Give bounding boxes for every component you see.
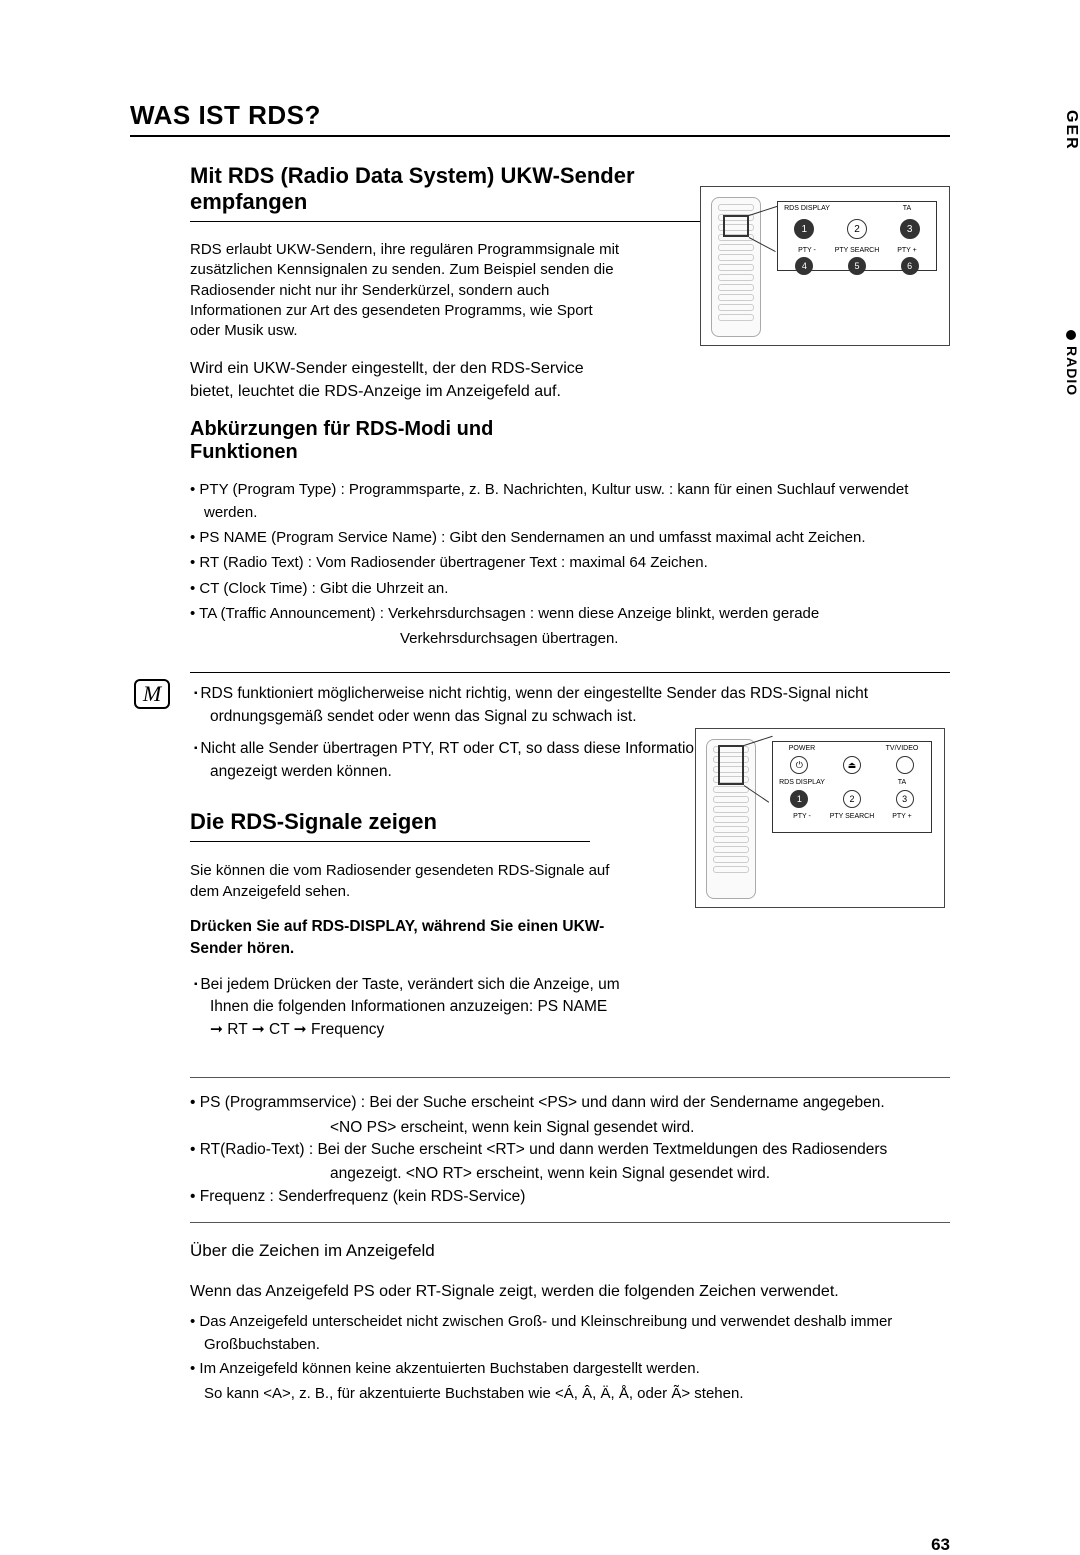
label-ta: TA	[882, 205, 932, 212]
eject-icon: ⏏	[843, 756, 861, 774]
intro-paragraph: RDS erlaubt UKW-Sendern, ihre regulären …	[190, 240, 620, 341]
label-pty-minus: PTY -	[777, 813, 827, 820]
press-instruction: Drücken Sie auf RDS-DISPLAY, während Sie…	[190, 916, 610, 959]
section-rds-receive: Mit RDS (Radio Data System) UKW-Sender e…	[190, 163, 750, 222]
chars-2: Im Anzeigefeld können keine akzentuierte…	[190, 1358, 950, 1381]
chars-title: Über die Zeichen im Anzeigefeld	[190, 1241, 950, 1261]
def-ct: CT (Clock Time) : Gibt die Uhrzeit an.	[190, 577, 950, 600]
remote-figure-mid: POWER TV/VIDEO ⏻ ⏏ RDS DISPLAY TA 1 2	[695, 728, 945, 908]
def-pty: PTY (Program Type) : Programmsparte, z. …	[190, 478, 950, 525]
side-tab-lang: GER	[1040, 110, 1080, 151]
cycle-info: Bei jedem Drücken der Taste, verändert s…	[190, 974, 620, 1041]
remote-callout-top: RDS DISPLAY TA 1 2 3 PTY - PTY SEARCH PT…	[777, 201, 937, 271]
btn-1: 1	[790, 790, 808, 808]
label-pty-plus: PTY +	[882, 247, 932, 254]
side-tab-section: RADIO	[1040, 330, 1080, 396]
second-rt: RT(Radio-Text) : Bei der Suche erscheint…	[190, 1139, 950, 1161]
page-title: WAS IST RDS?	[130, 100, 950, 137]
def-ps: PS NAME (Program Service Name) : Gibt de…	[190, 526, 950, 549]
label-pty-plus: PTY +	[877, 813, 927, 820]
note-1: RDS funktioniert möglicherweise nicht ri…	[190, 683, 950, 728]
remote-callout-mid: POWER TV/VIDEO ⏻ ⏏ RDS DISPLAY TA 1 2	[772, 741, 932, 833]
chars-2-cont: So kann <A>, z. B., für akzentuierte Buc…	[190, 1383, 950, 1406]
chars-intro: Wenn das Anzeigefeld PS oder RT-Signale …	[190, 1283, 950, 1301]
btn-1: 1	[794, 219, 814, 239]
def-rt: RT (Radio Text) : Vom Radiosender übertr…	[190, 551, 950, 574]
rds-service-paragraph: Wird ein UKW-Sender eingestellt, der den…	[190, 357, 620, 403]
section-dot-icon	[1066, 330, 1076, 340]
btn-3: 3	[896, 790, 914, 808]
btn-3: 3	[900, 219, 920, 239]
divider	[190, 1077, 950, 1078]
label-rds-display: RDS DISPLAY	[782, 205, 832, 212]
signals-intro: Sie können die vom Radiosender gesendete…	[190, 860, 610, 902]
definition-list: PTY (Program Type) : Programmsparte, z. …	[190, 478, 950, 651]
label-pty-search: PTY SEARCH	[832, 247, 882, 254]
label-pty-search: PTY SEARCH	[827, 813, 877, 820]
second-list: PS (Programmservice) : Bei der Suche ers…	[190, 1092, 950, 1208]
def-ta: TA (Traffic Announcement) : Verkehrsdurc…	[190, 602, 950, 625]
btn-4: 4	[795, 257, 813, 275]
chars-1: Das Anzeigefeld unterscheidet nicht zwis…	[190, 1311, 950, 1356]
page-number: 63	[931, 1535, 950, 1555]
note-icon: M	[134, 679, 170, 709]
second-freq: Frequenz : Senderfrequenz (kein RDS-Serv…	[190, 1186, 950, 1208]
divider	[190, 1222, 950, 1223]
zoom-rect	[723, 215, 749, 237]
second-ps: PS (Programmservice) : Bei der Suche ers…	[190, 1092, 950, 1114]
power-icon: ⏻	[790, 756, 808, 774]
section-abbreviations: Abkürzungen für RDS-Modi und Funktionen	[190, 418, 550, 464]
label-ta: TA	[877, 779, 927, 786]
main-body: Mit RDS (Radio Data System) UKW-Sender e…	[190, 163, 950, 1405]
remote-figure-top: RDS DISPLAY TA 1 2 3 PTY - PTY SEARCH PT…	[700, 186, 950, 346]
btn-5: 5	[848, 257, 866, 275]
section-show-signals: Die RDS-Signale zeigen	[190, 809, 590, 842]
second-ps-cont: <NO PS> erscheint, wenn kein Signal gese…	[190, 1117, 950, 1139]
side-section-text: RADIO	[1064, 346, 1080, 396]
chars-list: Das Anzeigefeld unterscheidet nicht zwis…	[190, 1311, 950, 1405]
label-tvvideo: TV/VIDEO	[877, 745, 927, 752]
label-power: POWER	[777, 745, 827, 752]
tvvideo-btn	[896, 756, 914, 774]
def-ta-cont: Verkehrsdurchsagen übertragen.	[190, 627, 950, 650]
label-pty-minus: PTY -	[782, 247, 832, 254]
btn-6: 6	[901, 257, 919, 275]
zoom-rect	[718, 745, 744, 785]
page-content: WAS IST RDS? Mit RDS (Radio Data System)…	[130, 100, 950, 1405]
btn-2: 2	[847, 219, 867, 239]
label-rds-display: RDS DISPLAY	[777, 779, 827, 786]
btn-2: 2	[843, 790, 861, 808]
second-rt-cont: angezeigt. <NO RT> erscheint, wenn kein …	[190, 1163, 950, 1185]
